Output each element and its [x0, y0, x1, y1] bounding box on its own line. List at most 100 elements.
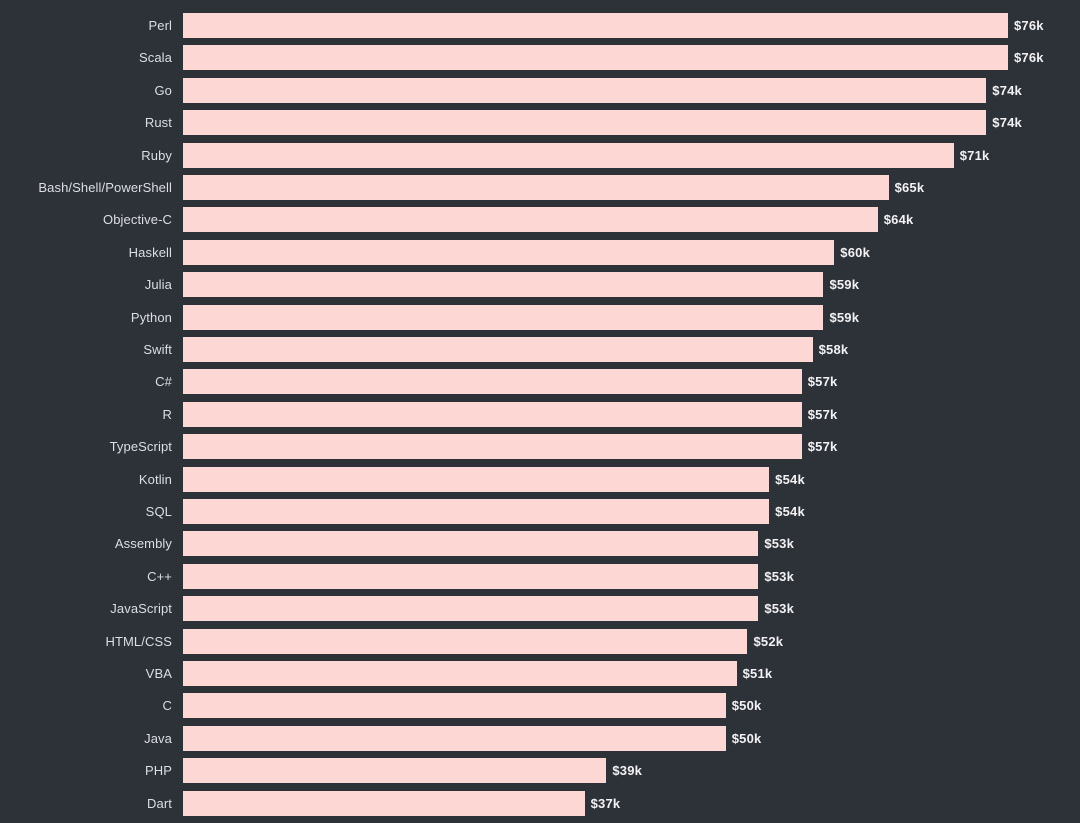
bar-track [183, 661, 737, 686]
bar-track [183, 369, 802, 395]
category-label: Bash/Shell/PowerShell [38, 180, 172, 195]
bar-row: Go $74k [0, 77, 1080, 103]
bar [183, 401, 802, 427]
bar [183, 628, 748, 654]
category-label: SQL [145, 504, 172, 519]
bar-row: Bash/Shell/PowerShell $65k [0, 175, 1080, 200]
bar-value-label: $39k [612, 763, 643, 779]
bar [183, 110, 987, 136]
bar-track [183, 304, 824, 330]
bar-row: TypeScript $57k [0, 434, 1080, 460]
category-label: JavaScript [110, 601, 172, 617]
bar-row: Assembly $53k [0, 531, 1080, 557]
bar-row: PHP $39k [0, 758, 1080, 784]
bar [183, 239, 835, 265]
bar-row: SQL $54k [0, 499, 1080, 524]
bar [183, 13, 1008, 38]
category-label: Objective-C [102, 212, 172, 228]
bar-track [183, 596, 759, 622]
bar-value-label: $76k [1013, 18, 1044, 33]
bar [183, 77, 987, 103]
bar-value-label: $64k [883, 212, 914, 228]
bar-chart: Perl $76k Scala $76k Go $74k Rust $74k Ruby $71k B… [0, 0, 1080, 823]
bar [183, 596, 759, 622]
bar-value-label: $53k [764, 536, 795, 552]
bar-value-label: $54k [775, 471, 805, 487]
bar-value-label: $50k [731, 698, 762, 714]
bar [183, 499, 770, 524]
bar [183, 175, 889, 200]
bar-track [183, 790, 585, 816]
category-label: Swift [143, 342, 172, 357]
bar-track [183, 693, 726, 719]
bar-value-label: $74k [992, 82, 1022, 98]
category-label: Haskell [128, 244, 172, 260]
category-label: Dart [147, 795, 172, 811]
bar-track [183, 466, 770, 492]
bar [183, 272, 824, 298]
category-label: Kotlin [138, 471, 172, 487]
bar [183, 790, 585, 816]
bar-row: JavaScript $53k [0, 596, 1080, 622]
category-label: Java [144, 730, 172, 746]
bar-row: Swift $58k [0, 337, 1080, 362]
category-label: C# [155, 374, 172, 390]
category-label: PHP [144, 763, 172, 779]
bar [183, 693, 726, 719]
bar-row: Haskell $60k [0, 239, 1080, 265]
bar-track [183, 110, 987, 136]
bar [183, 434, 802, 460]
bar-value-label: $50k [731, 730, 762, 746]
bar-track [183, 239, 835, 265]
bar-value-label: $57k [807, 406, 838, 422]
bar-value-label: $59k [829, 309, 860, 325]
bar-row: C# $57k [0, 369, 1080, 395]
bar-track [183, 13, 1008, 38]
bar [183, 758, 607, 784]
bar [183, 531, 759, 557]
bar [183, 45, 1008, 71]
bar-value-label: $74k [992, 115, 1022, 131]
bar [183, 369, 802, 395]
bar [183, 337, 813, 362]
bar-track [183, 207, 878, 233]
bar-row: Dart $37k [0, 790, 1080, 816]
bar-value-label: $60k [840, 244, 871, 260]
category-label: Python [130, 309, 172, 325]
bar-value-label: $57k [807, 374, 838, 390]
category-label: Perl [148, 18, 172, 33]
bar-track [183, 531, 759, 557]
category-label: Assembly [114, 536, 172, 552]
bar-value-label: $71k [959, 147, 990, 163]
bar-track [183, 758, 607, 784]
bar-value-label: $76k [1013, 50, 1044, 66]
category-label: Rust [144, 115, 172, 131]
bar-value-label: $54k [775, 504, 805, 519]
bar-row: Python $59k [0, 304, 1080, 330]
bar-track [183, 45, 1008, 71]
category-label: HTML/CSS [105, 633, 172, 649]
category-label: Julia [144, 277, 172, 293]
bar-row: Java $50k [0, 725, 1080, 751]
category-label: Go [154, 82, 172, 98]
bar-track [183, 725, 726, 751]
bar-track [183, 175, 889, 200]
bar-row: R $57k [0, 401, 1080, 427]
bar-value-label: $51k [742, 666, 773, 681]
bar-track [183, 272, 824, 298]
bar-track [183, 142, 954, 168]
bar [183, 466, 770, 492]
bar [183, 142, 954, 168]
bar-row: C++ $53k [0, 563, 1080, 589]
bar-row: Kotlin $54k [0, 466, 1080, 492]
bar [183, 725, 726, 751]
bar-value-label: $37k [590, 795, 621, 811]
bar-value-label: $57k [807, 439, 838, 455]
category-label: Scala [138, 50, 172, 66]
bar-track [183, 77, 987, 103]
bar-track [183, 563, 759, 589]
bar-value-label: $59k [829, 277, 860, 293]
bar [183, 304, 824, 330]
bar-value-label: $53k [764, 601, 795, 617]
bar-row: Scala $76k [0, 45, 1080, 71]
